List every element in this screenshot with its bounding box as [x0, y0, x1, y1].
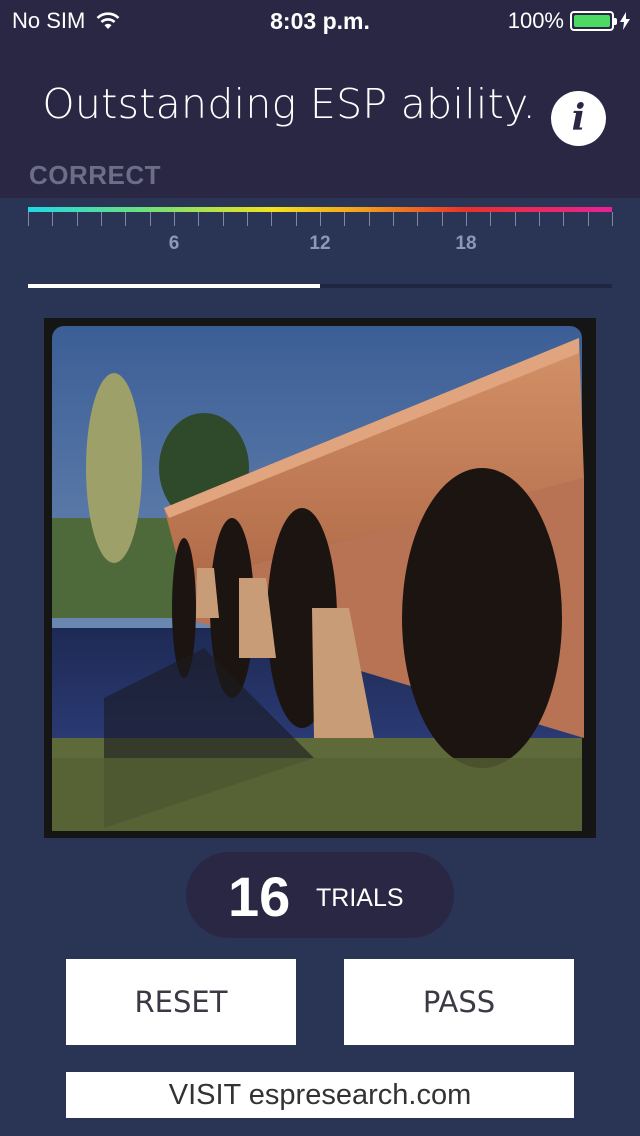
pass-button[interactable]: PASS [344, 959, 574, 1045]
tick-label-6: 6 [168, 233, 180, 254]
scale-tick [247, 212, 248, 226]
trials-label: TRIALS [316, 884, 404, 912]
scale-tick [150, 212, 151, 226]
progress-fill [28, 284, 320, 288]
scale-tick [393, 212, 394, 226]
score-scale: 6 12 18 [28, 207, 613, 267]
scale-tick [101, 212, 102, 226]
tick-label-18: 18 [455, 233, 477, 254]
info-button[interactable]: i [551, 91, 606, 146]
scale-tick [612, 212, 613, 226]
battery-percent: 100% [507, 8, 564, 33]
scale-tick [490, 212, 491, 226]
header-bar: No SIM 8:03 p.m. 100% Outstanding ESP ab… [0, 0, 640, 198]
scale-tick [515, 212, 516, 226]
correct-label: CORRECT [29, 160, 162, 190]
scale-tick [417, 212, 418, 226]
scale-tick [539, 212, 540, 226]
target-image-frame [44, 318, 596, 838]
scale-tick [466, 212, 467, 226]
scale-tick [442, 212, 443, 226]
result-message: Outstanding ESP ability. [42, 80, 536, 128]
target-image [52, 326, 584, 831]
scale-tick [588, 212, 589, 226]
scale-tick [174, 212, 175, 226]
visit-website-button[interactable]: VISIT espresearch.com [66, 1072, 574, 1118]
scale-tick [52, 212, 53, 226]
scale-tick [28, 212, 29, 226]
trials-counter: 16 TRIALS [186, 852, 454, 938]
scale-tick [320, 212, 321, 226]
info-icon: i [571, 97, 586, 139]
scale-tick [125, 212, 126, 226]
scale-tick [223, 212, 224, 226]
progress-track [28, 284, 612, 288]
scale-tick [563, 212, 564, 226]
scale-tick [296, 212, 297, 226]
scale-tick [198, 212, 199, 226]
scale-tick [271, 212, 272, 226]
scale-tick [77, 212, 78, 226]
scale-tick [344, 212, 345, 226]
charging-bolt-icon [620, 12, 630, 30]
score-ticks [28, 212, 613, 226]
status-bar: No SIM 8:03 p.m. 100% [0, 0, 640, 40]
reset-button[interactable]: RESET [66, 959, 296, 1045]
trials-count: 16 [228, 865, 291, 928]
scale-tick [369, 212, 370, 226]
tick-label-12: 12 [309, 233, 331, 254]
battery-icon [570, 11, 617, 31]
status-right: 100% [508, 8, 630, 34]
